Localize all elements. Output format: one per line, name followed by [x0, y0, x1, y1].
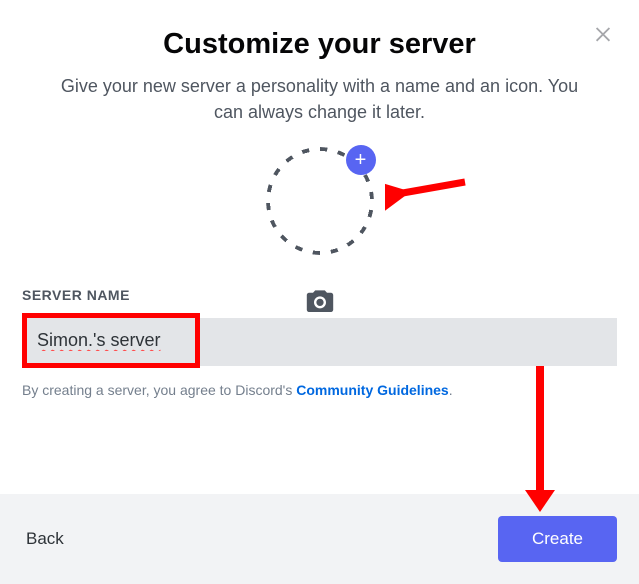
- modal-subtitle: Give your new server a personality with …: [22, 73, 617, 125]
- guidelines-prefix: By creating a server, you agree to Disco…: [22, 382, 296, 398]
- guidelines-text: By creating a server, you agree to Disco…: [22, 382, 617, 398]
- camera-icon: [305, 288, 335, 312]
- guidelines-suffix: .: [449, 382, 453, 398]
- back-button[interactable]: Back: [22, 523, 68, 555]
- server-name-input[interactable]: [27, 318, 195, 363]
- create-button[interactable]: Create: [498, 516, 617, 562]
- upload-area: UPLOAD +: [22, 147, 617, 255]
- plus-icon: +: [346, 145, 376, 175]
- modal-content: Customize your server Give your new serv…: [0, 0, 639, 398]
- server-name-row: [22, 313, 617, 368]
- modal-footer: Back Create: [0, 494, 639, 584]
- close-icon: [592, 23, 614, 45]
- community-guidelines-link[interactable]: Community Guidelines: [296, 382, 448, 398]
- modal-title: Customize your server: [22, 28, 617, 61]
- annotation-highlight-box: [22, 313, 200, 368]
- close-button[interactable]: [589, 20, 617, 48]
